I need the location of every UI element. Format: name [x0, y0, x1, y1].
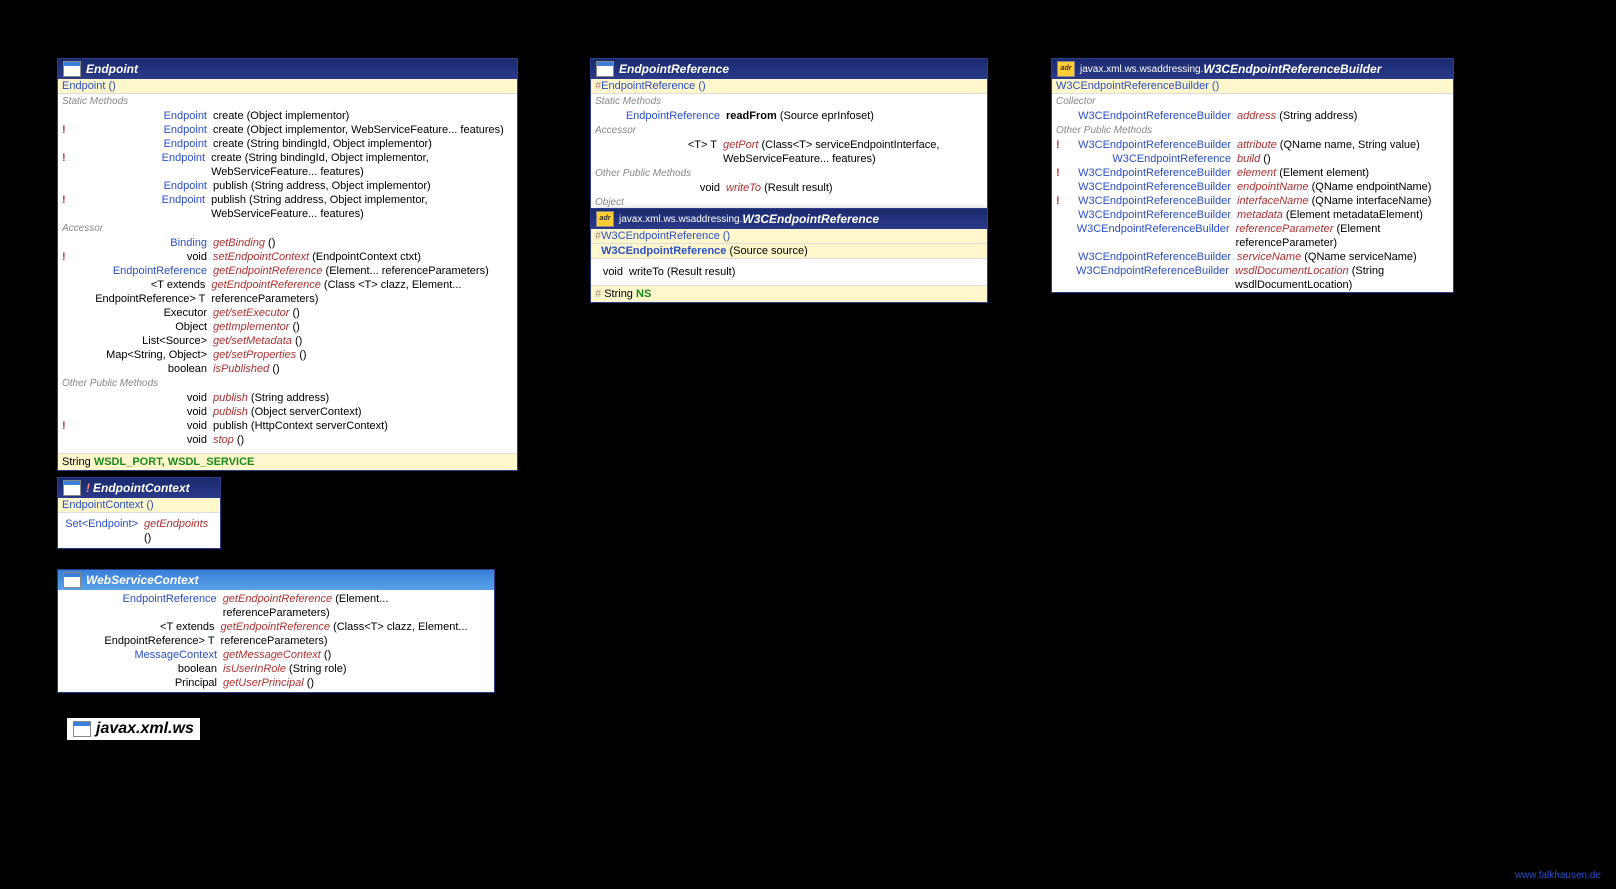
class-icon — [63, 61, 81, 77]
method-row: W3CEndpointReferenceBuilderserviceName (… — [1052, 250, 1453, 264]
class-header: Endpoint — [58, 59, 517, 79]
adr-icon: adr — [596, 211, 614, 227]
method-row: Executorget/setExecutor () — [58, 306, 517, 320]
method-row: W3CEndpointReferenceBuilderwsdlDocumentL… — [1052, 264, 1453, 292]
adr-icon: adr — [1057, 61, 1075, 77]
constructor: EndpointContext () — [58, 498, 220, 513]
method-row: voidwriteTo (Result result) — [591, 181, 987, 195]
method-row: BindinggetBinding () — [58, 236, 517, 250]
method-row: <T> TgetPort (Class<T> serviceEndpointIn… — [591, 138, 987, 166]
method-row: <T extends EndpointReference> TgetEndpoi… — [58, 278, 517, 306]
method-row: EndpointReferencegetEndpointReference (E… — [58, 264, 517, 278]
method-row: booleanisPublished () — [58, 362, 517, 376]
class-header: EndpointReference — [591, 59, 987, 79]
method-row: voidpublish (String address) — [58, 391, 517, 405]
constructor: Endpoint () — [58, 79, 517, 94]
class-icon — [596, 61, 614, 77]
section-accessor: Accessor — [591, 123, 987, 138]
method-row: !W3CEndpointReferenceBuilderelement (Ele… — [1052, 166, 1453, 180]
class-header: !EndpointContext — [58, 478, 220, 498]
method-row: ObjectgetImplementor () — [58, 320, 517, 334]
class-icon — [63, 572, 81, 588]
method-row: EndpointReferencegetEndpointReference (E… — [58, 592, 494, 620]
method-row: !W3CEndpointReferenceBuilderattribute (Q… — [1052, 138, 1453, 152]
method-row: W3CEndpointReferenceBuildermetadata (Ele… — [1052, 208, 1453, 222]
class-endpointcontext: !EndpointContext EndpointContext () Set<… — [57, 477, 221, 549]
method-row: !W3CEndpointReferenceBuilderinterfaceNam… — [1052, 194, 1453, 208]
class-w3cendpointreference: adrjavax.xml.ws.wsaddressing.W3CEndpoint… — [590, 208, 988, 303]
constructor: W3CEndpointReferenceBuilder () — [1052, 79, 1453, 94]
section-collector: Collector — [1052, 94, 1453, 109]
method-row: EndpointReferencereadFrom (Source eprInf… — [591, 109, 987, 123]
method-row: Set<Endpoint>getEndpoints () — [58, 517, 220, 548]
class-title: EndpointContext — [93, 481, 190, 495]
constructor: #EndpointReference () — [591, 79, 987, 94]
section-other: Other Public Methods — [58, 376, 517, 391]
package-prefix: javax.xml.ws.wsaddressing. — [1080, 64, 1203, 75]
method-row: !Endpointcreate (Object implementor, Web… — [58, 123, 517, 137]
constructor: #W3CEndpointReference () — [591, 229, 987, 244]
class-w3cbuilder: adrjavax.xml.ws.wsaddressing.W3CEndpoint… — [1051, 58, 1454, 293]
method-row: voidstop () — [58, 433, 517, 447]
method-row: W3CEndpointReferenceBuilderreferencePara… — [1052, 222, 1453, 250]
class-title: W3CEndpointReference — [742, 212, 879, 226]
method-row: PrincipalgetUserPrincipal () — [58, 676, 494, 690]
class-endpoint: Endpoint Endpoint () Static Methods Endp… — [57, 58, 518, 471]
method-row: !voidpublish (HttpContext serverContext) — [58, 419, 517, 433]
method-row: voidwriteTo (Result result) — [591, 265, 987, 279]
method-row: W3CEndpointReferenceBuilderendpointName … — [1052, 180, 1453, 194]
method-row: <T extends EndpointReference> TgetEndpoi… — [58, 620, 494, 648]
method-row: !Endpointpublish (String address, Object… — [58, 193, 517, 221]
constants: String WSDL_PORT, WSDL_SERVICE — [58, 453, 517, 470]
class-title: W3CEndpointReferenceBuilder — [1203, 62, 1381, 76]
class-icon — [73, 721, 91, 737]
method-row: !voidsetEndpointContext (EndpointContext… — [58, 250, 517, 264]
class-header: WebServiceContext — [58, 570, 494, 590]
class-webservicecontext: WebServiceContext EndpointReferencegetEn… — [57, 569, 495, 693]
section-accessor: Accessor — [58, 221, 517, 236]
section-static: Static Methods — [58, 94, 517, 109]
method-row: voidpublish (Object serverContext) — [58, 405, 517, 419]
class-endpointreference: EndpointReference #EndpointReference () … — [590, 58, 988, 227]
method-row: Endpointcreate (String bindingId, Object… — [58, 137, 517, 151]
method-row: Endpointpublish (String address, Object … — [58, 179, 517, 193]
method-row: Map<String, Object>get/setProperties () — [58, 348, 517, 362]
method-row: MessageContextgetMessageContext () — [58, 648, 494, 662]
class-header: adr javax.xml.ws.wsaddressing.W3CEndpoint… — [1052, 59, 1453, 79]
class-title: Endpoint — [86, 62, 138, 76]
class-title: EndpointReference — [619, 62, 729, 76]
package-prefix: javax.xml.ws.wsaddressing. — [619, 214, 742, 225]
constructor: W3CEndpointReference (Source source) — [591, 244, 987, 259]
method-row: List<Source>get/setMetadata () — [58, 334, 517, 348]
method-row: W3CEndpointReferencebuild () — [1052, 152, 1453, 166]
section-other: Other Public Methods — [1052, 123, 1453, 138]
method-row: !Endpointcreate (String bindingId, Objec… — [58, 151, 517, 179]
section-other: Other Public Methods — [591, 166, 987, 181]
method-row: Endpointcreate (Object implementor) — [58, 109, 517, 123]
credit-link[interactable]: www.falkhausen.de — [1515, 870, 1601, 881]
class-header: adr javax.xml.ws.wsaddressing.W3CEndpoint… — [591, 209, 987, 229]
method-row: booleanisUserInRole (String role) — [58, 662, 494, 676]
bang-marker: ! — [86, 481, 90, 495]
constants: # String NS — [591, 285, 987, 302]
package-label: javax.xml.ws — [67, 718, 200, 740]
section-static: Static Methods — [591, 94, 987, 109]
method-row: W3CEndpointReferenceBuilderaddress (Stri… — [1052, 109, 1453, 123]
class-icon — [63, 480, 81, 496]
class-title: WebServiceContext — [86, 573, 198, 587]
